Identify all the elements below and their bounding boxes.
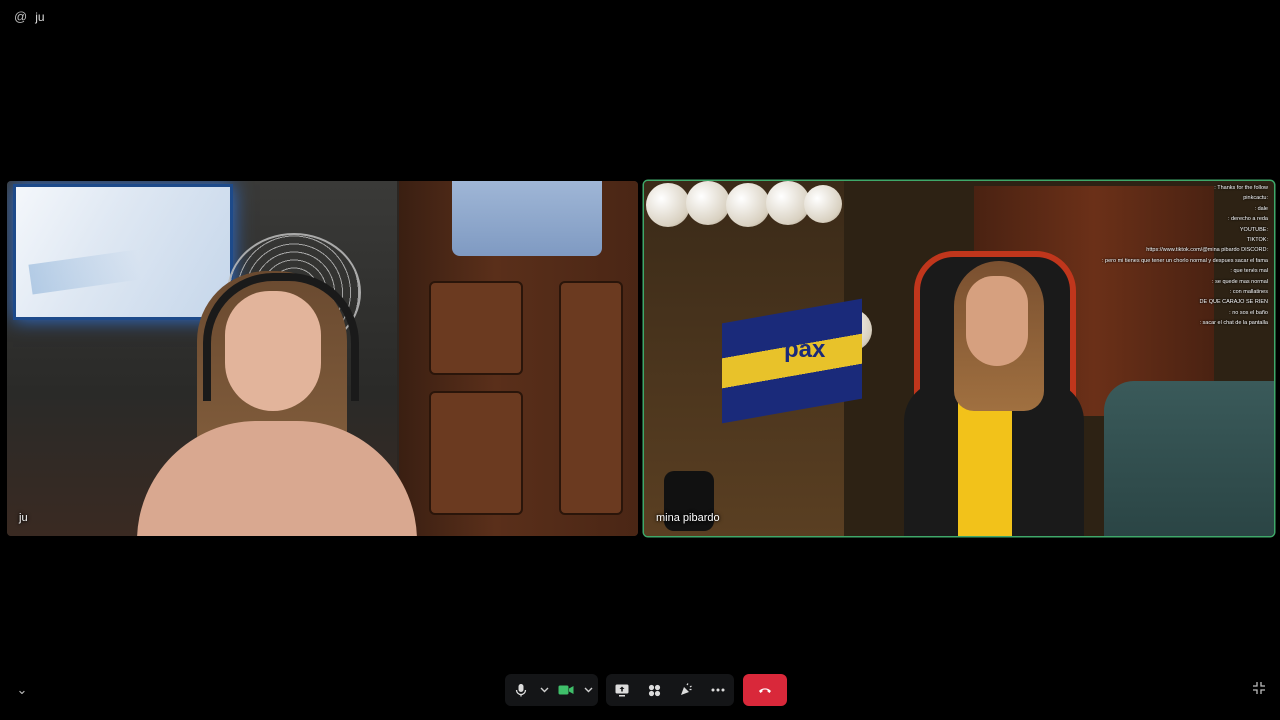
chat-line: TIKTOK: — [1246, 237, 1268, 244]
chat-line: : derecho a reda — [1227, 216, 1268, 223]
chat-line: YOUTUBE: — [1239, 226, 1268, 233]
stream-chat-overlay: : Thanks for the follow pinkcactu: : dal… — [1053, 183, 1268, 329]
at-icon: @ — [14, 9, 28, 24]
chat-line: : no sos el baño — [1229, 309, 1268, 316]
camera-button[interactable] — [551, 674, 581, 706]
soccer-ball — [686, 181, 730, 225]
bed — [1104, 381, 1274, 536]
channel-header: @ ju — [14, 9, 45, 24]
activities-button[interactable] — [638, 674, 670, 706]
video-camera-icon — [558, 685, 574, 695]
chevron-down-icon — [584, 687, 592, 693]
activities-icon — [648, 684, 660, 696]
soundboard-button[interactable] — [670, 674, 702, 706]
video-tile-mina-pibardo[interactable]: pax : Thanks for the follow pinkcactu: :… — [644, 181, 1274, 536]
hang-up-icon — [759, 688, 771, 693]
participant-video-ju — [137, 271, 417, 536]
chat-line: : sacar el chat de la pantalla — [1199, 320, 1269, 327]
microphone-icon — [515, 684, 527, 697]
more-options-button[interactable] — [702, 674, 734, 706]
exit-fullscreen-icon — [1253, 682, 1265, 694]
chat-line: DE QUE CARAJO SE RIEN — [1199, 299, 1268, 306]
voice-call-view: @ ju ju pax: Thanks for the follow pink… — [0, 0, 1280, 720]
chat-line: : con mallatines — [1229, 289, 1268, 296]
screen-share-icon — [615, 684, 629, 696]
channel-name: ju — [35, 9, 45, 24]
chat-line: : Thanks for the follow — [1214, 185, 1268, 191]
soccer-ball — [726, 183, 770, 227]
leave-call-button[interactable] — [743, 674, 787, 706]
chat-line: : dale — [1254, 205, 1268, 212]
soundboard-icon — [681, 683, 692, 695]
more-options-icon — [711, 688, 725, 692]
chat-line: : pero mi tienes que tener un chorlo nor… — [1101, 257, 1268, 264]
chat-line: https://www.tiktok.com/@mina pibardo DIS… — [1146, 247, 1268, 254]
chat-line: pinkcactu: — [1243, 195, 1268, 202]
chevron-down-icon — [540, 687, 548, 693]
audio-settings-chevron[interactable] — [537, 674, 551, 706]
soccer-ball — [646, 183, 690, 227]
participant-name-mina-pibardo: mina pibardo — [656, 512, 720, 524]
mute-button[interactable] — [505, 674, 537, 706]
chat-line: : que tenés mal — [1230, 268, 1268, 275]
chevron-down-icon[interactable]: ⌄ — [14, 682, 30, 698]
exit-fullscreen-icon[interactable] — [1251, 682, 1267, 698]
chat-line: : se quede mas normal — [1212, 278, 1268, 285]
soccer-ball — [804, 185, 842, 223]
video-settings-chevron[interactable] — [581, 674, 595, 706]
audio-video-controls — [505, 674, 598, 706]
flag-logo: pax — [784, 336, 826, 363]
participant-name-ju: ju — [19, 512, 28, 524]
screen-share-button[interactable] — [606, 674, 638, 706]
video-tile-ju[interactable]: ju — [7, 181, 638, 536]
call-action-controls — [606, 674, 734, 706]
towel — [452, 181, 602, 256]
